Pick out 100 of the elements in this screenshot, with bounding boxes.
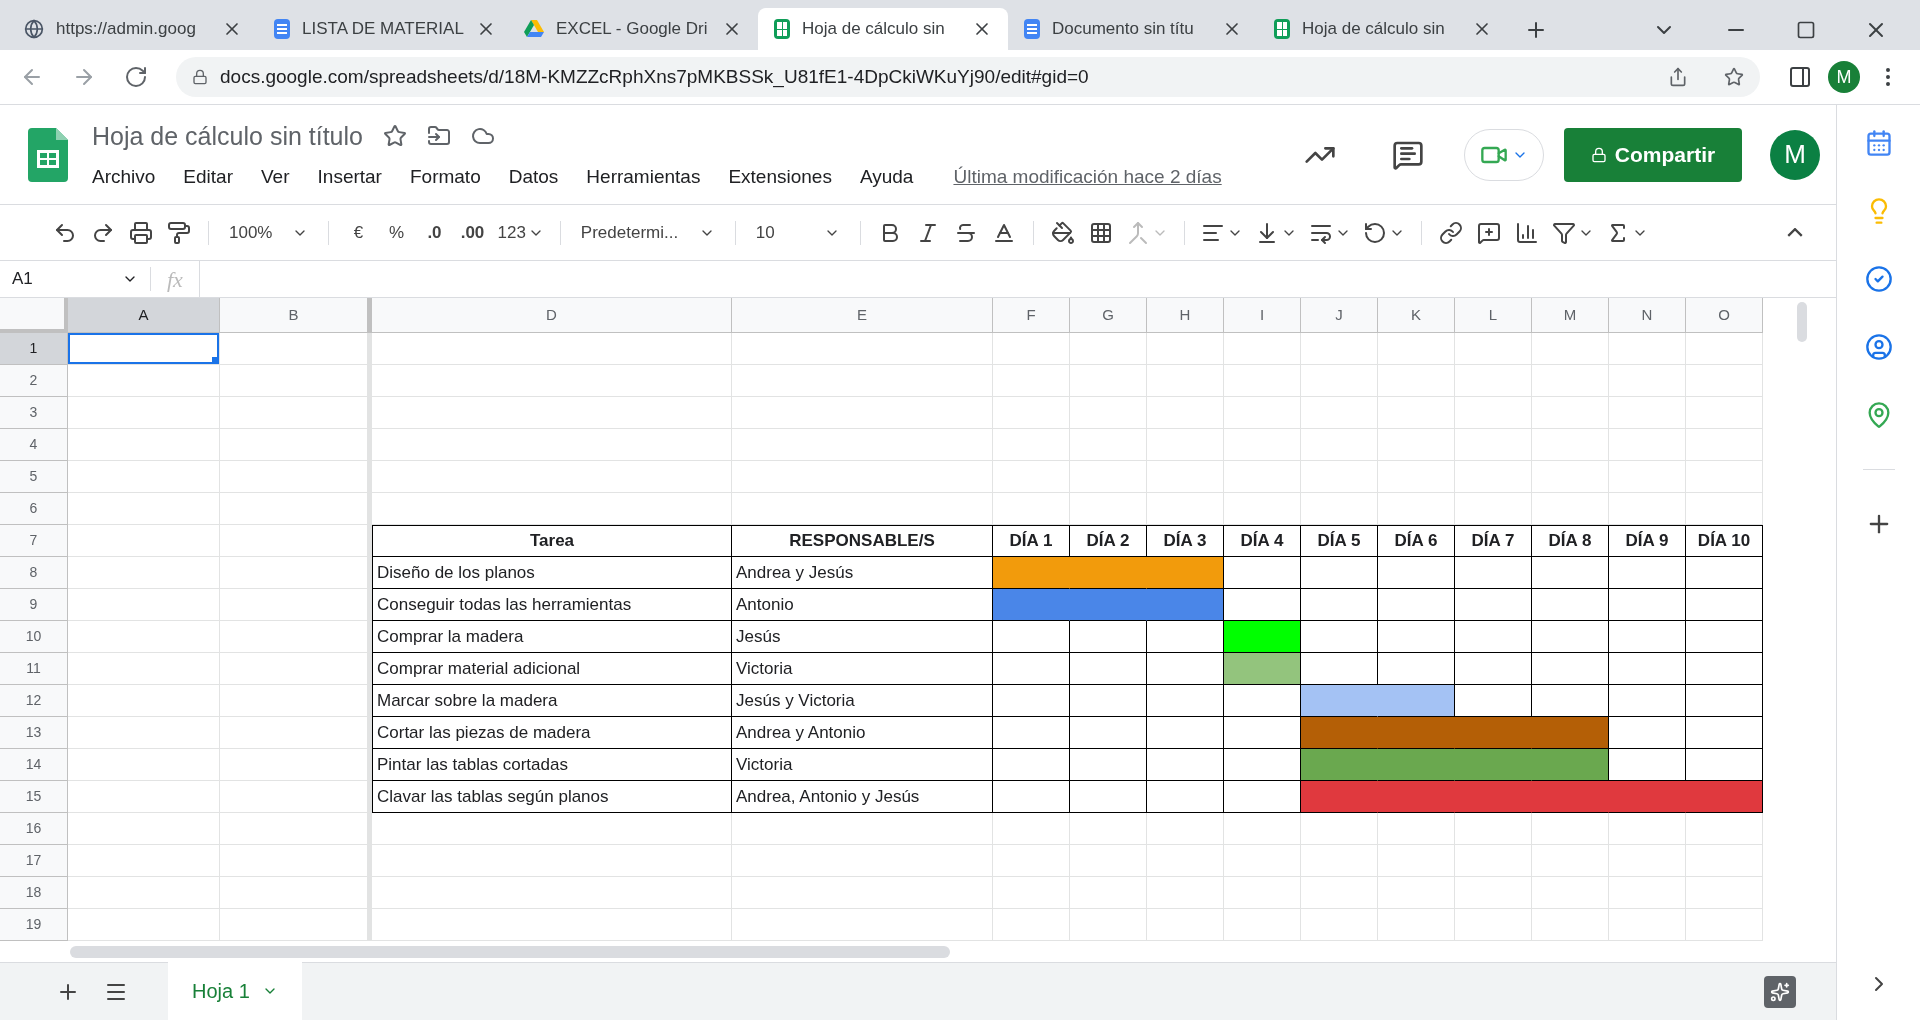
bar-cell[interactable] [1301, 781, 1378, 813]
row-header[interactable]: 19 [0, 909, 68, 941]
grid-cell[interactable] [1070, 717, 1147, 749]
vertical-scrollbar[interactable] [1797, 302, 1807, 342]
spreadsheet-logo-icon[interactable] [28, 127, 68, 182]
sheet-tab[interactable]: Hoja 1 [168, 962, 302, 1020]
last-edit-link[interactable]: Última modificación hace 2 días [953, 163, 1222, 192]
zoom-dropdown[interactable]: 100% [221, 214, 317, 251]
browser-tab[interactable]: https://admin.goog [8, 8, 258, 50]
bar-cell[interactable] [1147, 557, 1224, 589]
grid-cell[interactable] [1455, 557, 1532, 589]
bar-cell[interactable] [1378, 685, 1455, 717]
calendar-icon[interactable] [1864, 129, 1893, 157]
menu-item[interactable]: Ver [257, 163, 294, 192]
row-header[interactable]: 10 [0, 621, 68, 653]
address-bar[interactable]: docs.google.com/spreadsheets/d/18M-KMZZcRphXns7pMKBSSk_U81fE1-4DpCkiWKuYj90/edit#gid=0 [176, 57, 1760, 97]
grid-cell[interactable] [1070, 749, 1147, 781]
browser-tab[interactable]: Documento sin títu [1008, 8, 1258, 50]
row-header[interactable]: 6 [0, 493, 68, 525]
bar-cell[interactable] [1301, 749, 1378, 781]
star-icon[interactable] [1724, 67, 1744, 87]
grid-cell[interactable] [1147, 685, 1224, 717]
star-icon[interactable] [383, 124, 407, 149]
column-header[interactable]: D [372, 298, 732, 333]
column-header[interactable]: L [1455, 298, 1532, 333]
row-header[interactable]: 1 [0, 333, 68, 365]
grid-cell[interactable] [1686, 589, 1763, 621]
column-header[interactable]: A [68, 298, 220, 333]
grid-cell[interactable] [1147, 749, 1224, 781]
font-dropdown[interactable]: Predetermi... [572, 214, 723, 251]
grid-cell[interactable] [1609, 557, 1686, 589]
grid-cell[interactable] [993, 717, 1070, 749]
row-header[interactable]: 9 [0, 589, 68, 621]
grid-cell[interactable] [1532, 621, 1609, 653]
browser-tab[interactable]: Hoja de cálculo sin [758, 8, 1008, 50]
restore-icon[interactable] [1796, 20, 1816, 40]
column-header[interactable]: M [1532, 298, 1609, 333]
column-header[interactable]: G [1070, 298, 1147, 333]
grid-cell[interactable] [1378, 589, 1455, 621]
grid-cell[interactable] [1147, 781, 1224, 813]
grid-cell[interactable] [1686, 653, 1763, 685]
column-header[interactable]: I [1224, 298, 1301, 333]
grid-cell[interactable] [1686, 621, 1763, 653]
bar-cell[interactable] [1224, 621, 1301, 653]
person-icon[interactable] [1864, 333, 1893, 361]
grid-cell[interactable] [1455, 653, 1532, 685]
grid-cell[interactable] [993, 653, 1070, 685]
row-header[interactable]: 2 [0, 365, 68, 397]
grid-cell[interactable] [1455, 621, 1532, 653]
grid-cell[interactable] [1070, 653, 1147, 685]
select-all-corner[interactable] [0, 298, 68, 333]
grid-cell[interactable] [1301, 589, 1378, 621]
grid-cell[interactable] [1686, 717, 1763, 749]
grid-cell[interactable] [1378, 557, 1455, 589]
grid-cell[interactable] [1070, 781, 1147, 813]
column-header[interactable]: O [1686, 298, 1763, 333]
column-header[interactable]: K [1378, 298, 1455, 333]
row-header[interactable]: 12 [0, 685, 68, 717]
grid-cell[interactable] [1609, 589, 1686, 621]
column-header[interactable]: J [1301, 298, 1378, 333]
row-header[interactable]: 18 [0, 877, 68, 909]
browser-tab[interactable]: EXCEL - Google Dri [508, 8, 758, 50]
horizontal-scrollbar[interactable] [70, 946, 950, 958]
grid-cell[interactable] [1070, 621, 1147, 653]
grid-cell[interactable] [993, 685, 1070, 717]
grid-cell[interactable] [993, 781, 1070, 813]
grid-cell[interactable] [993, 749, 1070, 781]
menu-item[interactable]: Archivo [88, 163, 160, 192]
menu-item[interactable]: Formato [405, 163, 485, 192]
row-header[interactable]: 14 [0, 749, 68, 781]
column-header[interactable]: F [993, 298, 1070, 333]
reload-icon[interactable] [124, 65, 148, 89]
bar-cell[interactable] [1686, 781, 1763, 813]
grid-cell[interactable] [1378, 621, 1455, 653]
menu-item[interactable]: Editar [179, 163, 237, 192]
menu-item[interactable]: Insertar [313, 163, 386, 192]
grid-cell[interactable] [1609, 621, 1686, 653]
menu-item[interactable]: Extensiones [724, 163, 836, 192]
currency-button[interactable]: € [341, 214, 376, 251]
bar-cell[interactable] [1532, 717, 1609, 749]
menu-item[interactable]: Herramientas [582, 163, 705, 192]
profile-avatar[interactable]: M [1828, 61, 1860, 93]
row-header[interactable]: 15 [0, 781, 68, 813]
bar-cell[interactable] [993, 557, 1070, 589]
row-header[interactable]: 5 [0, 461, 68, 493]
account-avatar[interactable]: M [1770, 129, 1820, 180]
percent-button[interactable]: % [379, 214, 414, 251]
row-header[interactable]: 17 [0, 845, 68, 877]
row-header[interactable]: 7 [0, 525, 68, 557]
grid-cell[interactable] [1147, 717, 1224, 749]
grid-cell[interactable] [1532, 653, 1609, 685]
grid-cell[interactable] [1609, 685, 1686, 717]
row-header[interactable]: 13 [0, 717, 68, 749]
row-header[interactable]: 3 [0, 397, 68, 429]
task-check-icon[interactable] [1864, 265, 1893, 293]
more-formats-button[interactable]: 123 [493, 214, 548, 251]
column-header[interactable]: E [732, 298, 993, 333]
bar-cell[interactable] [993, 589, 1070, 621]
name-box[interactable]: A1 [0, 261, 150, 297]
decrease-decimals-button[interactable]: .0 [417, 214, 452, 251]
